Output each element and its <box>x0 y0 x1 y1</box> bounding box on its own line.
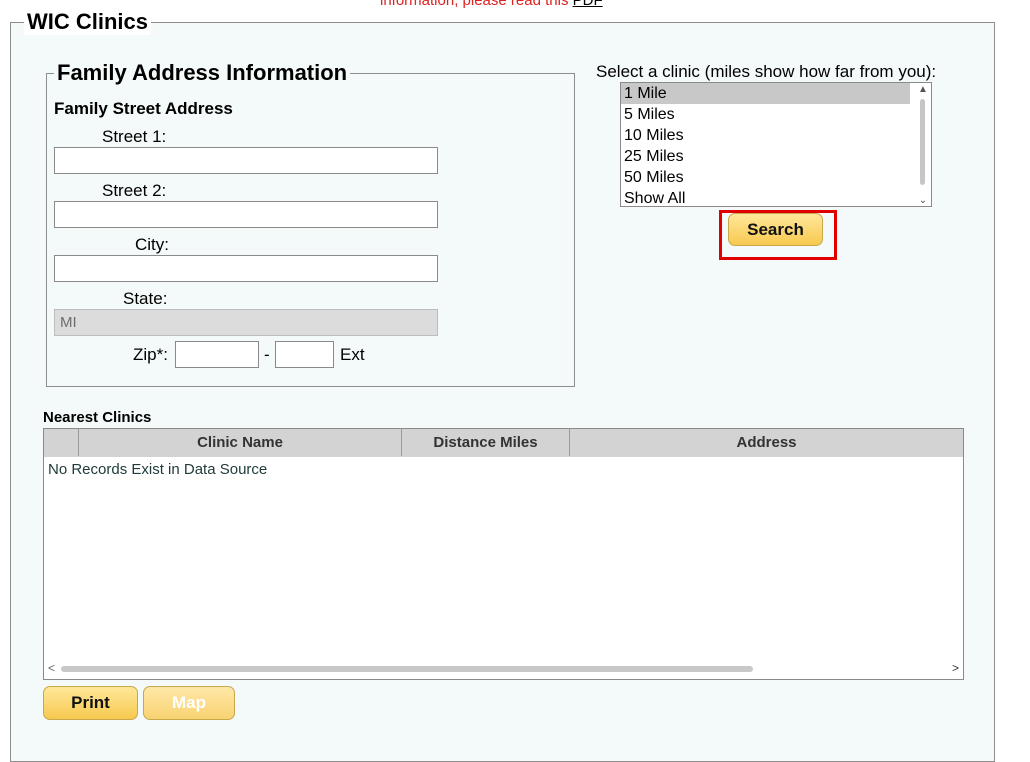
scroll-right-icon[interactable]: > <box>952 661 959 675</box>
distance-option-1-mile[interactable]: 1 Mile <box>621 83 910 104</box>
street2-label: Street 2: <box>102 181 167 200</box>
distance-option-5-miles[interactable]: 5 Miles <box>621 104 910 125</box>
map-button: Map <box>143 686 235 720</box>
column-distance-miles[interactable]: Distance Miles <box>402 429 570 456</box>
grid-header-blank <box>44 429 79 456</box>
scroll-up-icon[interactable]: ▲ <box>917 84 929 95</box>
zip-extension-input[interactable] <box>275 341 334 368</box>
scroll-down-icon[interactable]: ⌄ <box>917 195 929 206</box>
notice-text: information, please read this <box>380 0 573 9</box>
grid-horizontal-scrollbar[interactable]: < > <box>44 659 963 679</box>
column-clinic-name[interactable]: Clinic Name <box>79 429 402 456</box>
street1-label: Street 1: <box>102 127 167 146</box>
horizontal-scroll-thumb[interactable] <box>61 666 753 672</box>
distance-listbox[interactable]: 1 Mile 5 Miles 10 Miles 25 Miles 50 Mile… <box>620 82 932 207</box>
wic-clinics-title: WIC Clinics <box>24 9 152 35</box>
nearest-clinics-grid: Clinic Name Distance Miles Address No Re… <box>43 428 964 680</box>
ext-label: Ext <box>340 345 365 364</box>
zip-separator: - <box>264 345 270 364</box>
distance-option-10-miles[interactable]: 10 Miles <box>621 125 910 146</box>
street1-input[interactable] <box>54 147 438 174</box>
zip-label: Zip*: <box>133 345 168 364</box>
distance-option-50-miles[interactable]: 50 Miles <box>621 167 910 188</box>
zip-input[interactable] <box>175 341 259 368</box>
state-label: State: <box>123 289 168 308</box>
family-address-panel <box>46 73 575 387</box>
print-button[interactable]: Print <box>43 686 138 720</box>
nearest-clinics-title: Nearest Clinics <box>43 409 152 426</box>
clinic-select-prompt: Select a clinic (miles show how far from… <box>596 62 937 81</box>
listbox-scrollbar[interactable]: ▲ ⌄ <box>915 83 931 206</box>
search-button[interactable]: Search <box>728 213 823 246</box>
pdf-link[interactable]: PDF <box>573 0 603 9</box>
family-address-title: Family Address Information <box>54 60 351 86</box>
distance-option-show-all[interactable]: Show All <box>621 188 910 206</box>
scroll-left-icon[interactable]: < <box>48 661 55 675</box>
city-label: City: <box>135 235 169 254</box>
grid-empty-message: No Records Exist in Data Source <box>48 461 268 478</box>
state-input <box>54 309 438 336</box>
city-input[interactable] <box>54 255 438 282</box>
street2-input[interactable] <box>54 201 438 228</box>
column-address[interactable]: Address <box>570 429 963 456</box>
distance-option-25-miles[interactable]: 25 Miles <box>621 146 910 167</box>
family-street-heading: Family Street Address <box>54 99 233 118</box>
grid-header: Clinic Name Distance Miles Address <box>44 429 963 457</box>
scrollbar-thumb[interactable] <box>920 99 925 185</box>
pdf-notice: information, please read this PDF <box>380 0 603 9</box>
